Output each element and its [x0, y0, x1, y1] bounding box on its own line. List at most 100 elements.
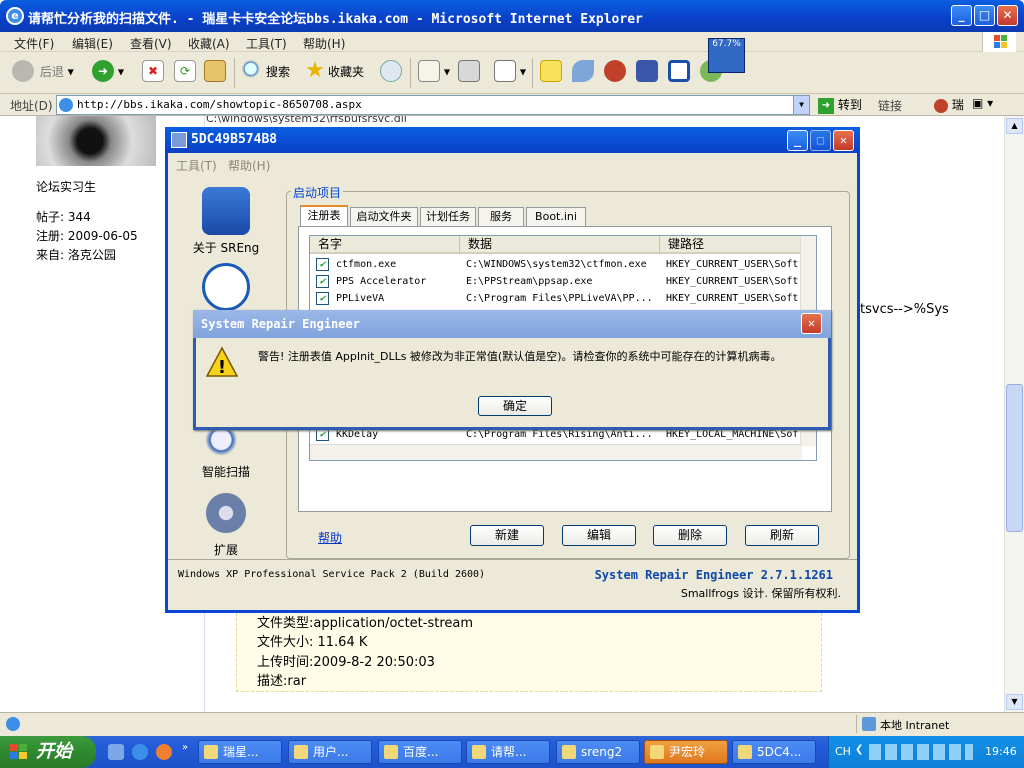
task-app-icon — [204, 745, 218, 759]
bird-icon — [572, 60, 594, 82]
menu-favorites[interactable]: 收藏(A) — [188, 35, 230, 52]
sreng-title: 5DC49B574B8 — [191, 132, 278, 147]
rising-button[interactable] — [604, 60, 626, 86]
start-button[interactable]: 开始 — [0, 736, 96, 768]
task-rising[interactable]: 瑞星... — [198, 740, 282, 764]
forward-button[interactable]: ➜ ▼ — [92, 60, 124, 86]
page-icon — [59, 98, 73, 112]
task-sreng2-folder[interactable]: sreng2 — [556, 740, 640, 764]
refresh-button[interactable]: ⟳ — [174, 60, 196, 86]
row-checkbox[interactable]: ✔ — [316, 275, 329, 288]
col-key[interactable]: 键路径 — [660, 236, 802, 254]
back-button[interactable]: 后退 ▼ — [12, 60, 74, 86]
print-button[interactable] — [458, 60, 480, 86]
task-app-icon — [384, 745, 398, 759]
history-icon — [380, 60, 402, 82]
security-zone: 本地 Intranet — [880, 719, 950, 732]
task-help-post[interactable]: 请帮... — [466, 740, 550, 764]
back-arrow-icon — [12, 60, 34, 82]
gear-plus-icon — [202, 489, 250, 537]
address-dropdown[interactable]: ▼ — [793, 96, 809, 114]
page-scrollbar[interactable]: ▲ ▼ — [1004, 116, 1024, 712]
stop-button[interactable]: ✖ — [142, 60, 164, 86]
player-button[interactable] — [668, 60, 690, 86]
quicklaunch-ie-icon[interactable] — [132, 744, 148, 760]
tool-button[interactable] — [636, 60, 658, 86]
ie-title-bar: e 请帮忙分析我的扫描文件. - 瑞星卡卡安全论坛bbs.ikaka.com -… — [0, 0, 1024, 32]
language-indicator[interactable]: CH — [835, 745, 851, 758]
notes-button[interactable] — [540, 60, 562, 86]
search-button[interactable]: 搜索 — [242, 60, 290, 86]
go-button[interactable]: ➜ 转到 — [818, 96, 862, 114]
home-button[interactable] — [204, 60, 226, 86]
delete-button[interactable]: 删除 — [653, 525, 727, 546]
task-sreng-window[interactable]: 5DC4... — [732, 740, 816, 764]
sreng-menu-tools[interactable]: 工具(T) — [176, 157, 217, 174]
nav-clock[interactable] — [182, 263, 270, 315]
os-info: Windows XP Professional Service Pack 2 (… — [178, 569, 486, 580]
tab-registry[interactable]: 注册表 — [300, 205, 348, 226]
extra-toolbar-icon[interactable]: ▣ ▾ — [972, 96, 993, 110]
toolbox-icon — [202, 187, 250, 235]
messenger-button[interactable] — [572, 60, 594, 86]
maximize-button[interactable]: □ — [974, 5, 995, 26]
favorites-button[interactable]: ★ 收藏夹 — [304, 60, 364, 86]
sreng-maximize-button: □ — [810, 130, 831, 151]
sreng-minimize-button[interactable]: _ — [787, 130, 808, 151]
scroll-thumb[interactable] — [1006, 384, 1023, 532]
nav-smart-scan[interactable]: 智能扫描 — [182, 427, 270, 480]
tray-icons[interactable] — [869, 744, 973, 760]
tray-collapse-icon[interactable]: ❮ — [855, 744, 863, 755]
rising-toolbar-button[interactable]: 瑞 — [934, 96, 964, 113]
help-link[interactable]: 帮助 — [318, 529, 342, 546]
page-status-icon — [6, 717, 20, 731]
scroll-down-arrow[interactable]: ▼ — [1006, 694, 1023, 710]
row-checkbox[interactable]: ✔ — [316, 258, 329, 271]
menu-edit[interactable]: 编辑(E) — [72, 35, 113, 52]
menu-tools[interactable]: 工具(T) — [246, 35, 287, 52]
col-name[interactable]: 名字 — [310, 236, 460, 254]
windows-logo-icon — [982, 32, 1016, 52]
quicklaunch-more-icon[interactable]: » — [182, 742, 188, 753]
list-row[interactable]: ✔ PPS Accelerator E:\PPStream\ppsap.exe … — [310, 273, 804, 290]
close-button[interactable]: ✕ — [997, 5, 1018, 26]
sreng-menu-help[interactable]: 帮助(H) — [228, 157, 270, 174]
tab-boot-ini[interactable]: Boot.ini — [526, 207, 586, 226]
row-checkbox[interactable]: ✔ — [316, 292, 329, 305]
list-row[interactable]: ✔ PPLiveVA C:\Program Files\PPLiveVA\PP.… — [310, 290, 804, 307]
edit-button[interactable]: ▼ — [494, 60, 526, 86]
tab-scheduled-tasks[interactable]: 计划任务 — [420, 207, 476, 226]
ok-button[interactable]: 确定 — [478, 396, 552, 416]
menu-file[interactable]: 文件(F) — [14, 35, 54, 52]
task-baidu[interactable]: 百度... — [378, 740, 462, 764]
history-button[interactable] — [380, 60, 402, 86]
nav-about[interactable]: 关于 SREng — [182, 187, 270, 256]
tab-services[interactable]: 服务 — [478, 207, 524, 226]
minimize-button[interactable]: _ — [951, 5, 972, 26]
list-row[interactable]: ✔ ctfmon.exe C:\WINDOWS\system32\ctfmon.… — [310, 256, 804, 273]
menu-help[interactable]: 帮助(H) — [303, 35, 345, 52]
go-arrow-icon: ➜ — [818, 97, 834, 114]
sreng-close-button[interactable]: ✕ — [833, 130, 854, 151]
scroll-up-arrow[interactable]: ▲ — [1006, 118, 1023, 134]
list-horizontal-scrollbar[interactable] — [310, 444, 802, 460]
menu-view[interactable]: 查看(V) — [130, 35, 172, 52]
show-desktop-icon[interactable] — [108, 744, 124, 760]
warning-message: 警告! 注册表值 AppInit_DLLs 被修改为非正常值(默认值是空)。请检… — [258, 350, 782, 363]
clock-icon — [202, 263, 250, 311]
task-chat[interactable]: 尹宏玲 — [644, 740, 728, 764]
address-input[interactable]: http://bbs.ikaka.com/showtopic-8650708.a… — [56, 95, 810, 115]
tab-startup-folder[interactable]: 启动文件夹 — [350, 207, 418, 226]
address-label: 地址(D) — [10, 99, 53, 113]
col-data[interactable]: 数据 — [460, 236, 660, 254]
nav-extensions[interactable]: 扩展 — [182, 489, 270, 558]
task-app-icon — [738, 745, 752, 759]
mail-button[interactable]: ▼ — [418, 60, 450, 86]
edit-entry-button[interactable]: 编辑 — [562, 525, 636, 546]
new-button[interactable]: 新建 — [470, 525, 544, 546]
warning-close-button[interactable]: ✕ — [801, 313, 822, 334]
quicklaunch-media-icon[interactable] — [156, 744, 172, 760]
task-users[interactable]: 用户... — [288, 740, 372, 764]
links-label[interactable]: 链接 — [878, 97, 902, 114]
refresh-list-button[interactable]: 刷新 — [745, 525, 819, 546]
